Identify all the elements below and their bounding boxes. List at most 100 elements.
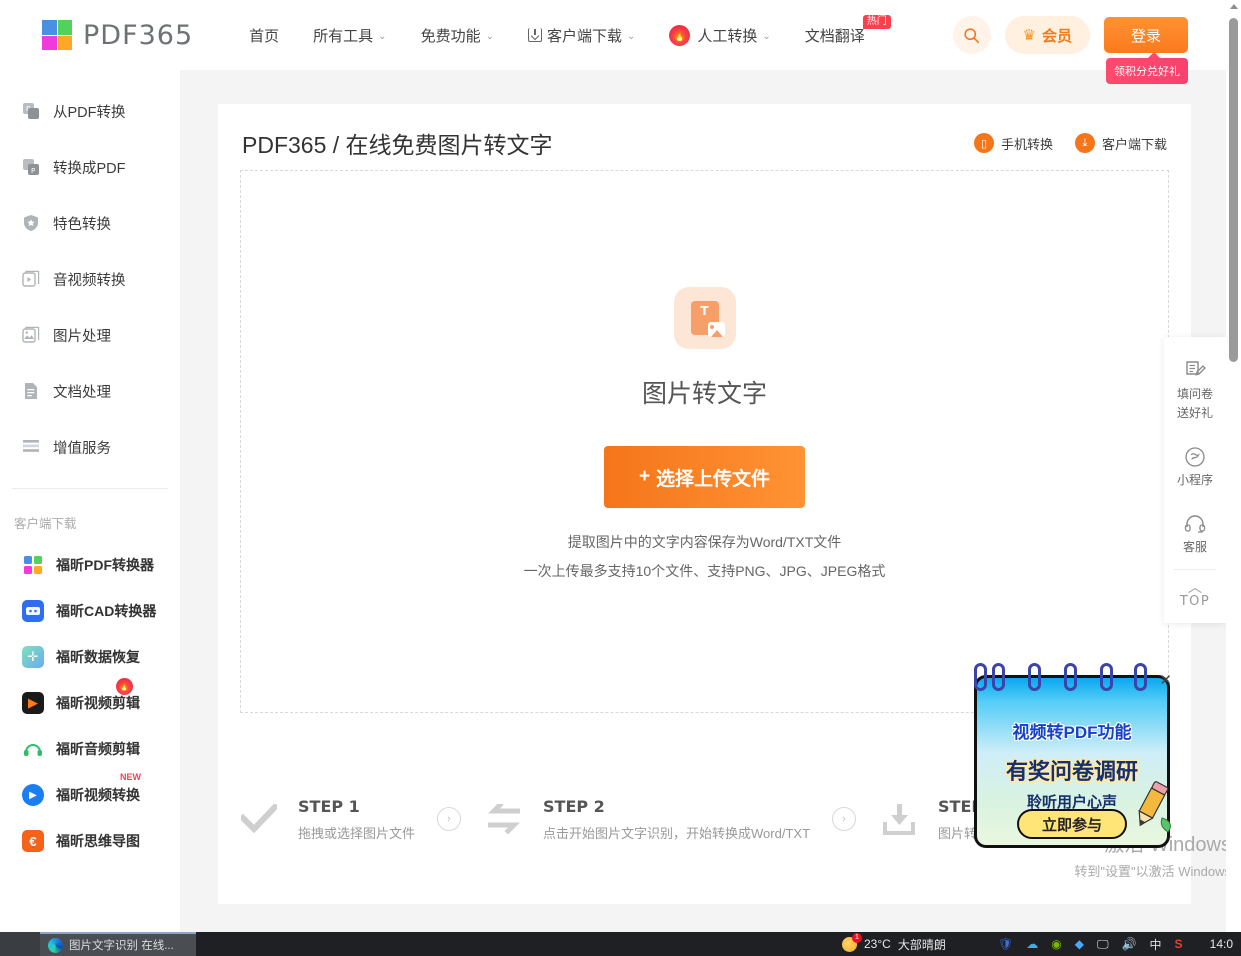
sidebar-item-label: 转换成PDF [53,160,126,177]
search-button[interactable] [952,16,991,54]
nvidia-icon[interactable]: ◉ [1051,937,1061,951]
plus-icon: + [638,466,651,487]
mobile-convert-button[interactable]: ▯ 手机转换 [973,133,1053,153]
dropzone-title: 图片转文字 [641,380,767,408]
sidebar-item-media-convert[interactable]: 音视频转换 [0,264,180,294]
sidebar-item-image-process[interactable]: 图片处理 [0,320,180,350]
page-title: PDF365 / 在线免费图片转文字 [242,132,553,158]
promo-line-1: 视频转PDF功能 [1012,723,1132,742]
rbar-support[interactable]: 客服 [1164,502,1226,569]
new-badge: NEW [120,772,141,782]
vertical-scrollbar[interactable] [1226,0,1241,932]
list-icon [22,438,40,456]
sidebar-app-foxit-video-convert[interactable]: ▶ 福昕视频转换 NEW [0,772,180,808]
promo-ring-4-icon [1100,663,1113,691]
nav-item-client-download[interactable]: 客户端下载 ⌄ [527,25,636,46]
sidebar-item-label: 从PDF转换 [53,104,126,121]
upload-dropzone[interactable]: T 图片转文字 + 选择上传文件 提取图片中的文字内容保存为Word/TXT文件… [240,170,1169,713]
login-tooltip: 领积分兑好礼 [1106,52,1188,84]
edge-icon [48,937,63,953]
sidebar-app-foxit-pdf[interactable]: 福昕PDF转换器 [0,552,180,578]
volume-icon[interactable]: 🔊 [1122,937,1137,951]
step-1: STEP 1 拖拽或选择图片文件 [238,797,415,842]
icon-letter: T [700,304,709,318]
taskbar-clock[interactable]: 14:0 [1210,937,1233,951]
download-circle-icon: ⤓ [1074,133,1095,153]
step-sub: 拖拽或选择图片文件 [298,825,416,841]
hot-badge: 热门 [862,14,891,29]
taskbar-app-edge[interactable]: 图片文字识别 在线... [40,932,196,956]
foxit-mindmap-icon: € [22,830,44,852]
sidebar-item-label: 增值服务 [53,440,111,457]
close-icon[interactable]: ✕ [1159,671,1172,689]
chevron-down-icon: ⌄ [626,30,636,42]
sidebar-app-foxit-recovery[interactable]: ✛ 福昕数据恢复 [0,644,180,670]
rbar-label-1: 小程序 [1176,473,1213,487]
promo-join-button[interactable]: 立即参与 [1017,809,1127,839]
foxit-video-convert-icon: ▶ [22,784,44,806]
pencil-icon [1138,781,1171,833]
right-float-toolbar: 填问卷 送好礼 小程序 客服 ︿ TOP [1164,337,1226,623]
sidebar-app-label: 福昕PDF转换器 [56,557,154,573]
ime-chinese-icon[interactable]: 中 [1149,936,1161,953]
dropzone-hint-1: 提取图片中的文字内容保存为Word/TXT文件 [567,534,842,550]
weather-desc: 大部晴朗 [897,937,946,952]
foxit-pdf-icon [22,554,44,576]
back-to-top-button[interactable]: ︿ TOP [1164,570,1226,623]
nav-item-all-tools[interactable]: 所有工具 ⌄ [313,25,386,46]
onedrive-icon[interactable]: ☁ [1026,937,1038,951]
nav-label: 所有工具 [313,27,374,45]
download-icon [527,28,542,42]
sidebar-app-foxit-cad[interactable]: 福昕CAD转换器 [0,598,180,624]
rbar-label-1: 客服 [1182,540,1207,554]
sidebar-item-value-added[interactable]: 增值服务 [0,432,180,462]
chevron-down-icon: ⌄ [485,30,494,42]
rbar-survey[interactable]: 填问卷 送好礼 [1164,349,1226,435]
foxit-video-edit-icon: ▶ [22,692,44,714]
logo[interactable]: PDF365 [42,20,193,51]
sidebar-item-document-process[interactable]: 文档处理 [0,376,180,406]
taskbar-weather[interactable]: 23°C 大部晴朗 [842,932,946,953]
nav-item-free-features[interactable]: 免费功能 ⌄ [421,25,494,46]
taskbar-start-area[interactable] [0,932,40,956]
display-icon[interactable]: 🖵 [1097,937,1109,952]
step-2: STEP 2 点击开始图片文字识别，开始转换成Word/TXT [483,797,810,842]
select-upload-file-button[interactable]: + 选择上传文件 [604,446,805,508]
nav-item-home[interactable]: 首页 [249,25,279,46]
main-nav: 首页 所有工具 ⌄ 免费功能 ⌄ 客户端下载 ⌄ 🔥 人工转换 ⌄ 文档翻译 热… [249,14,899,46]
logo-text: PDF365 [83,19,194,51]
promo-ring-5-icon [1134,663,1147,691]
nav-item-manual-convert[interactable]: 🔥 人工转换 ⌄ [669,24,771,46]
sidebar-item-from-pdf[interactable]: P 从PDF转换 [0,96,180,126]
rbar-miniprogram[interactable]: 小程序 [1164,435,1226,502]
nav-item-doc-translate[interactable]: 文档翻译 热门 [804,14,891,46]
scrollbar-thumb[interactable] [1229,18,1238,362]
sidebar-item-special-convert[interactable]: 特色转换 [0,208,180,238]
login-button[interactable]: 登录 [1104,17,1188,53]
vip-button[interactable]: ♛ 会员 [1004,16,1090,54]
weather-temp: 23°C [864,937,891,951]
client-download-button[interactable]: ⤓ 客户端下载 [1074,133,1167,153]
sidebar-item-label: 文档处理 [53,384,111,401]
sidebar-app-foxit-mindmap[interactable]: € 福昕思维导图 [0,828,180,854]
nav-label: 首页 [249,27,280,45]
search-icon [964,27,980,43]
sidebar-app-foxit-video-edit[interactable]: ▶ 福昕视频剪辑 🔥 [0,678,180,716]
vip-label: 会员 [1041,27,1072,45]
miniprogram-icon [1183,445,1207,469]
swap-icon [483,798,525,840]
top-label: TOP [1179,594,1211,609]
media-icon [22,270,40,288]
nav-label: 文档翻译 [804,27,865,45]
chevron-up-icon: ︿ [1188,579,1202,595]
shield-icon[interactable]: 🛡 [998,937,1013,951]
system-tray: 🛡 ☁ ◉ ◆ 🖵 🔊 中 S [998,936,1183,953]
sogou-icon[interactable]: S [1175,937,1183,951]
sidebar-app-foxit-audio-edit[interactable]: 福昕音频剪辑 [0,736,180,762]
app-icon[interactable]: ◆ [1075,937,1084,951]
promo-ring-1-icon [992,663,1005,691]
scroll-up-arrow-icon[interactable] [1230,4,1238,9]
chevron-down-icon: ⌄ [378,30,387,42]
sidebar-app-label: 福昕数据恢复 [56,649,140,665]
sidebar-item-to-pdf[interactable]: P 转换成PDF [0,152,180,182]
